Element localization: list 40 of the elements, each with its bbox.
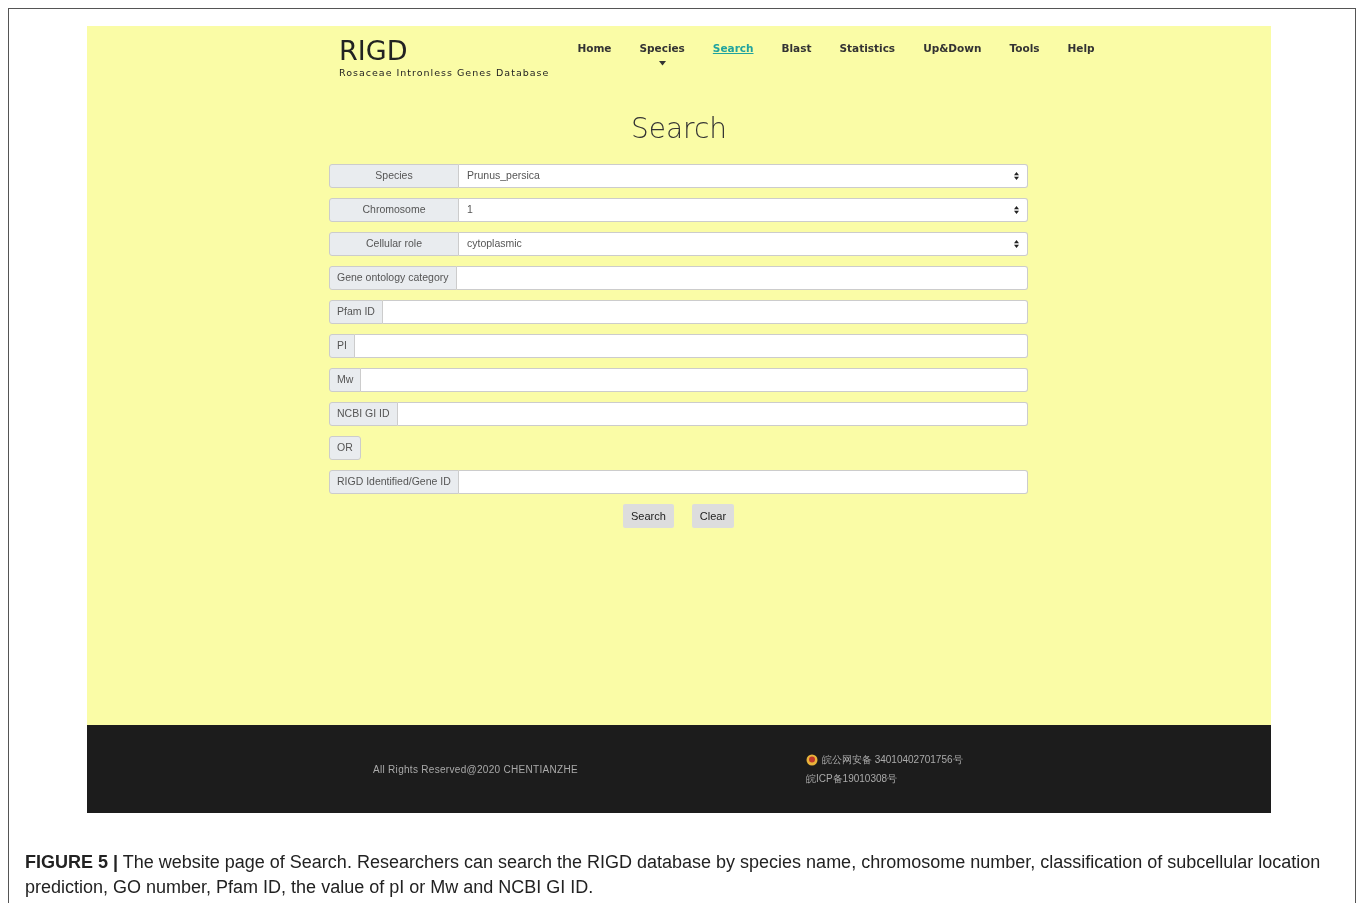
nav-link[interactable]: Home <box>563 36 626 80</box>
input-field[interactable] <box>458 469 1028 494</box>
copyright-text: All Rights Reserved@2020 CHENTIANZHE <box>373 762 578 777</box>
nav-link[interactable]: Blast <box>767 36 826 80</box>
field-label: Cellular role <box>329 231 459 256</box>
nav-link[interactable]: Help <box>1053 36 1109 80</box>
field-label: Pfam ID <box>329 299 383 324</box>
police-badge-icon <box>805 753 818 766</box>
figure-caption: FIGURE 5 | The website page of Search. Researchers can search the RIGD database by species name, chromosome number, classification of subcellular location prediction, GO number, Pfam ID, the value of pI or Mw and NCBI GI ID. <box>25 851 1322 899</box>
field-label: Gene ontology category <box>329 265 457 290</box>
police-record-link[interactable]: 皖公网安备 34010402701756号 <box>821 752 963 767</box>
input-field[interactable] <box>456 265 1028 290</box>
nav-link[interactable]: Species <box>625 36 699 80</box>
form-button[interactable]: Clear <box>691 503 735 529</box>
input-field[interactable] <box>397 401 1028 426</box>
select-field[interactable]: Prunus_persica <box>459 163 1028 188</box>
site-title: RIGD <box>339 36 409 66</box>
sort-arrows-icon <box>1014 205 1019 214</box>
select-field[interactable]: 1 <box>459 197 1028 222</box>
input-field[interactable] <box>361 367 1028 392</box>
sort-arrows-icon <box>1014 171 1019 180</box>
select-field[interactable]: cytoplasmic <box>459 231 1028 256</box>
nav-link[interactable]: Statistics <box>825 36 910 80</box>
field-label: Species <box>329 163 459 188</box>
input-field[interactable] <box>382 299 1028 324</box>
field-label: Mw <box>329 367 362 392</box>
caret-icon <box>658 60 666 66</box>
field-label: NCBI GI ID <box>329 401 398 426</box>
nav-link[interactable]: Tools <box>995 36 1054 80</box>
sort-arrows-icon <box>1014 239 1019 248</box>
site-subtitle: Rosaceae Intronless Genes Database <box>339 65 550 80</box>
field-label: RIGD Identified/Gene ID <box>329 469 459 494</box>
field-label: Chromosome <box>329 197 459 222</box>
icp-record-link[interactable]: 皖ICP备19010308号 <box>805 771 963 786</box>
input-field[interactable] <box>354 333 1028 358</box>
field-label: OR <box>329 435 361 460</box>
field-label: PI <box>329 333 355 358</box>
page-heading: Search <box>629 110 729 147</box>
nav-link[interactable]: Up&Down <box>909 36 996 80</box>
form-button[interactable]: Search <box>622 503 674 529</box>
